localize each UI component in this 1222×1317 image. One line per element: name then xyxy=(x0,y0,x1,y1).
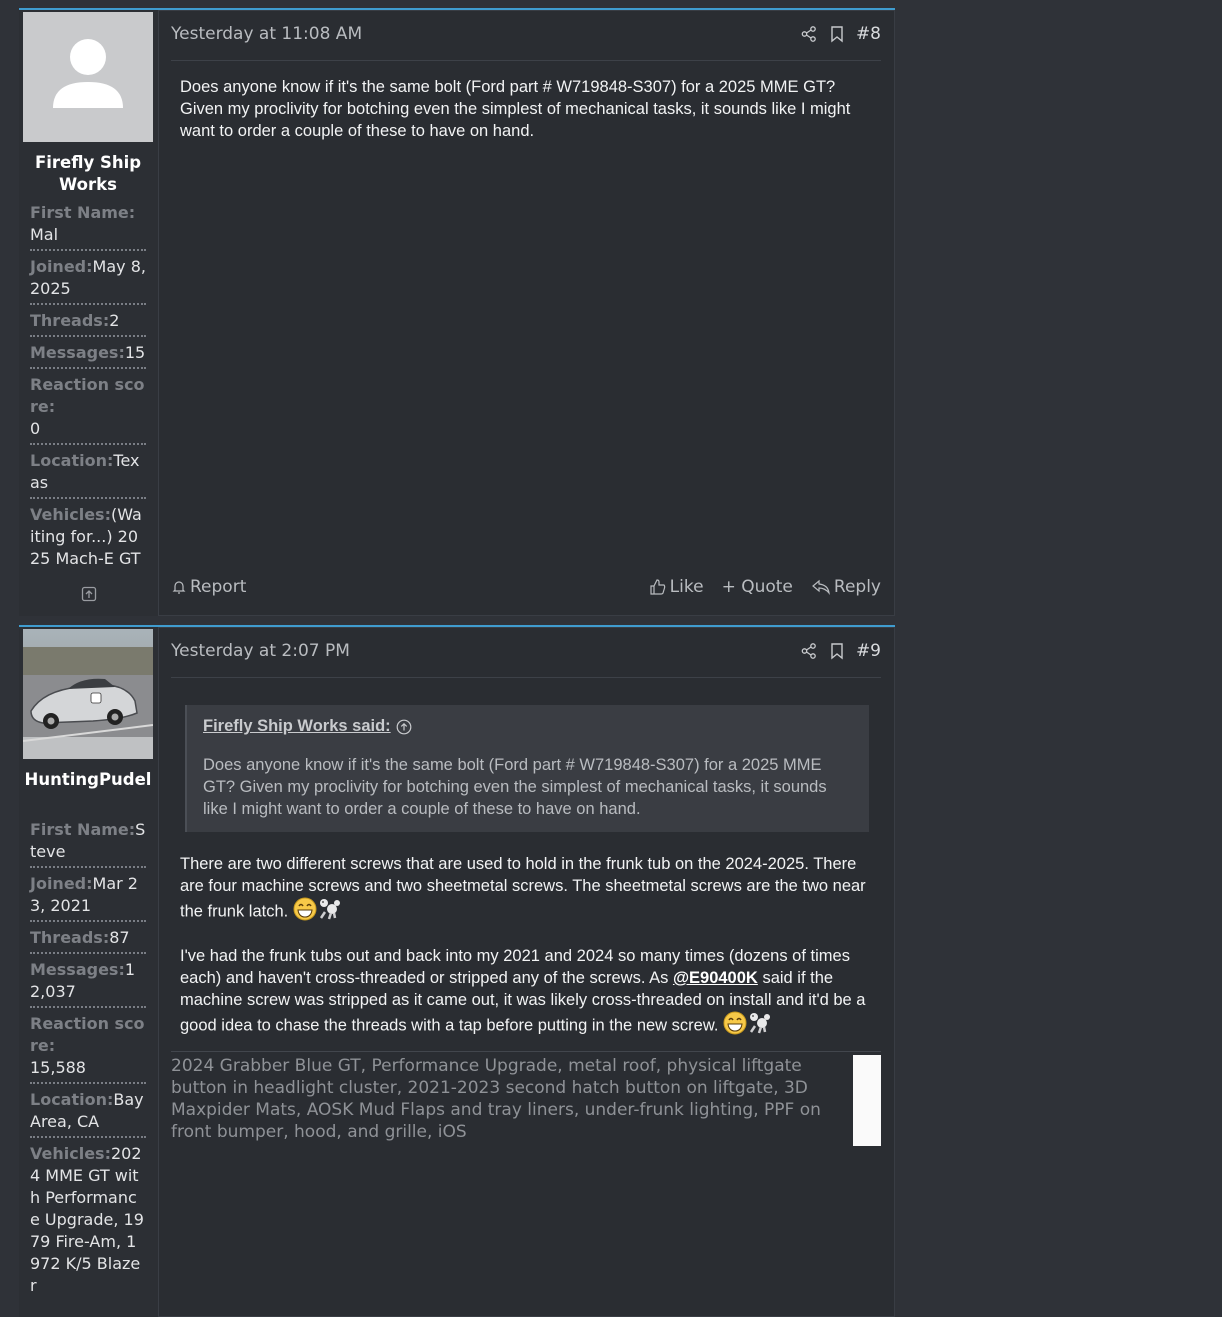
extra-threads: Threads:87 xyxy=(30,927,146,954)
post-footer: Report Like + Quote Reply xyxy=(171,572,881,602)
extra-reaction: Reaction score: 0 xyxy=(30,374,146,445)
extra-first-name: First Name:Steve xyxy=(30,819,146,868)
reply-label: Reply xyxy=(833,577,881,597)
extra-first-name: First Name:Mal xyxy=(30,202,146,251)
post-header: Yesterday at 11:08 AM #8 xyxy=(171,10,881,61)
post-header-actions: #8 xyxy=(800,24,881,44)
post-main: Yesterday at 11:08 AM #8 Does anyone kno… xyxy=(171,10,881,616)
dog-emoji xyxy=(747,1011,771,1041)
quote-button[interactable]: + Quote xyxy=(722,577,793,597)
post-main: Yesterday at 2:07 PM #9 Firefly Ship Wor… xyxy=(171,627,881,1317)
user-cell: Firefly Ship Works First Name:Mal Joined… xyxy=(19,10,159,616)
dog-emoji xyxy=(317,897,341,927)
avatar-placeholder[interactable] xyxy=(23,12,153,142)
reply-icon xyxy=(811,579,830,596)
post-body-paragraph-2: I've had the frunk tubs out and back int… xyxy=(180,945,871,1041)
extra-messages: Messages:15 xyxy=(30,342,146,369)
user-extras: First Name:Mal Joined:May 8, 2025 Thread… xyxy=(30,202,146,578)
post-body: Does anyone know if it's the same bolt (… xyxy=(180,78,851,140)
extra-vehicles: Vehicles:2024 MME GT with Performance Up… xyxy=(30,1144,144,1295)
user-cell: HuntingPudel First Name:Steve Joined:Mar… xyxy=(19,627,159,1317)
reply-button[interactable]: Reply xyxy=(811,577,881,597)
extra-location: Location:Bay Area, CA xyxy=(30,1089,146,1138)
extra-messages: Messages:12,037 xyxy=(30,959,146,1008)
username[interactable]: Firefly Ship Works xyxy=(23,152,153,196)
like-label: Like xyxy=(669,577,704,597)
share-icon[interactable] xyxy=(800,642,818,660)
bookmark-icon[interactable] xyxy=(828,642,846,660)
post-body-paragraph-1: There are two different screws that are … xyxy=(180,853,871,927)
grin-emoji xyxy=(723,1011,747,1041)
post-header: Yesterday at 2:07 PM #9 xyxy=(171,627,881,678)
report-label: Report xyxy=(190,577,247,597)
like-button[interactable]: Like xyxy=(649,577,704,597)
extra-vehicles: Vehicles:(Waiting for...) 2025 Mach-E GT xyxy=(30,505,142,568)
post-date[interactable]: Yesterday at 2:07 PM xyxy=(171,641,350,661)
extra-threads: Threads:2 xyxy=(30,310,146,337)
quote-attribution[interactable]: Firefly Ship Works said: xyxy=(203,717,853,736)
extra-joined: Joined:May 8, 2025 xyxy=(30,256,146,305)
post-date[interactable]: Yesterday at 11:08 AM xyxy=(171,24,362,44)
quote-label: + Quote xyxy=(721,577,793,597)
user-extras: First Name:Steve Joined:Mar 23, 2021 Thr… xyxy=(30,819,146,1305)
signature-text: 2024 Grabber Blue GT, Performance Upgrad… xyxy=(171,1056,821,1142)
extra-reaction: Reaction score: 15,588 xyxy=(30,1013,146,1084)
grin-emoji xyxy=(293,897,317,927)
post-number[interactable]: #9 xyxy=(856,641,881,661)
quote-text: Does anyone know if it's the same bolt (… xyxy=(203,756,827,818)
post-8: Firefly Ship Works First Name:Mal Joined… xyxy=(19,8,895,616)
blockquote: Firefly Ship Works said: Does anyone kno… xyxy=(185,705,869,832)
arrow-up-circle-icon[interactable] xyxy=(396,719,412,735)
post-header-actions: #9 xyxy=(800,641,881,661)
bell-icon xyxy=(172,581,186,594)
post-9: HuntingPudel First Name:Steve Joined:Mar… xyxy=(19,625,895,1317)
extra-joined: Joined:Mar 23, 2021 xyxy=(30,873,146,922)
username[interactable]: HuntingPudel xyxy=(23,769,153,791)
thumbs-up-icon xyxy=(650,579,665,595)
quote-author-link[interactable]: Firefly Ship Works said: xyxy=(203,717,391,736)
share-icon[interactable] xyxy=(800,25,818,43)
avatar-photo[interactable] xyxy=(23,629,153,759)
extra-location: Location:Texas xyxy=(30,450,146,499)
car-photo-icon xyxy=(23,629,153,759)
report-button[interactable]: Report xyxy=(171,577,246,597)
signature: 2024 Grabber Blue GT, Performance Upgrad… xyxy=(171,1051,881,1146)
user-mention-link[interactable]: @E90400K xyxy=(673,969,758,987)
post-number[interactable]: #8 xyxy=(856,24,881,44)
user-placeholder-icon xyxy=(23,12,153,142)
signature-image-box xyxy=(853,1055,881,1146)
collapse-icon[interactable] xyxy=(81,586,97,602)
bookmark-icon[interactable] xyxy=(828,25,846,43)
paragraph-text: There are two different screws that are … xyxy=(180,855,866,921)
